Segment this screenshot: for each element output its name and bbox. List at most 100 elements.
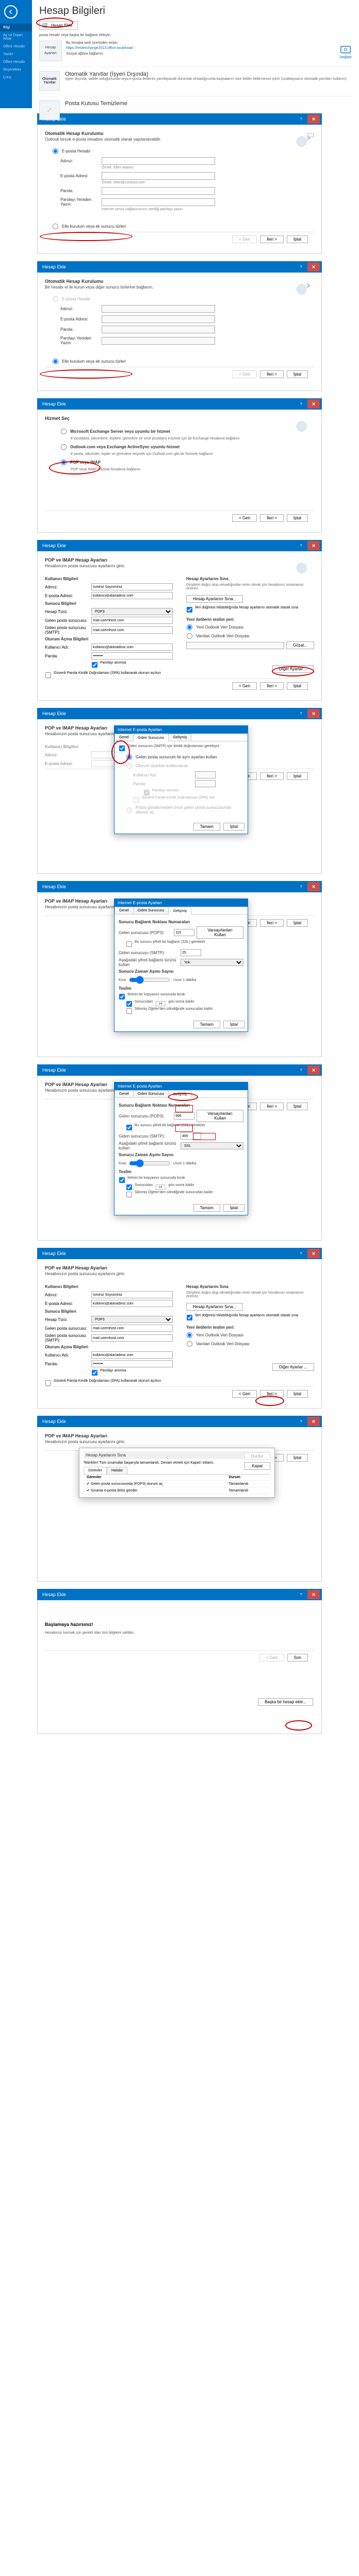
tab-errors[interactable]: Hatalar <box>107 1467 128 1474</box>
help-button[interactable]: ? <box>295 541 307 550</box>
input-pop-port[interactable] <box>174 1112 194 1120</box>
input-remove-days[interactable] <box>156 1184 166 1190</box>
help-button[interactable]: ? <box>295 882 307 891</box>
radio-existing-datafile[interactable] <box>187 633 192 639</box>
next-button[interactable]: İleri > <box>260 235 284 243</box>
close-button[interactable] <box>307 882 320 891</box>
back-button[interactable]: < Geri <box>232 682 257 690</box>
checkbox-remember-password[interactable] <box>92 662 97 668</box>
cancel-button[interactable]: İptal <box>287 919 308 927</box>
help-button[interactable]: ? <box>295 1590 307 1599</box>
close-button[interactable] <box>307 1249 320 1258</box>
cancel-button[interactable]: İptal <box>223 823 244 831</box>
checkbox-remove-on-delete[interactable] <box>126 1192 132 1197</box>
cancel-button[interactable]: İptal <box>287 682 308 690</box>
tab-advanced[interactable]: Gelişmiş <box>168 734 191 741</box>
checkbox-remove-after-days[interactable] <box>126 1184 132 1190</box>
close-test-button[interactable]: Kapat <box>244 1462 270 1470</box>
ok-button[interactable]: Tamam <box>193 1204 220 1212</box>
input-remove-days[interactable] <box>156 1001 166 1006</box>
tab-general[interactable]: Genel <box>115 1090 134 1097</box>
next-button[interactable]: İleri > <box>260 1103 284 1110</box>
cancel-button[interactable]: İptal <box>223 1021 244 1028</box>
help-button[interactable]: ? <box>295 262 307 272</box>
cancel-button[interactable]: İptal <box>223 1204 244 1212</box>
next-button[interactable]: İleri > <box>260 772 284 780</box>
radio-same-settings[interactable] <box>126 754 132 760</box>
help-button[interactable]: ? <box>295 1065 307 1075</box>
close-button[interactable] <box>307 399 320 409</box>
ok-button[interactable]: Tamam <box>193 1021 220 1028</box>
input-pop-port[interactable] <box>174 929 194 936</box>
input-outgoing[interactable] <box>91 1334 173 1342</box>
input-password-confirm[interactable] <box>102 198 215 206</box>
radio-manual-setup[interactable] <box>53 359 58 364</box>
close-button[interactable] <box>307 262 320 272</box>
checkbox-remove-after-days[interactable] <box>126 1001 132 1007</box>
input-email[interactable] <box>91 592 173 599</box>
slider-timeout[interactable] <box>129 976 170 984</box>
input-email[interactable] <box>91 1300 173 1307</box>
select-encryption[interactable]: Yok <box>181 959 243 966</box>
nav-item-print[interactable]: Yazdır <box>0 50 32 58</box>
input-password[interactable] <box>91 1360 173 1367</box>
input-name[interactable] <box>91 583 173 590</box>
nav-item-office-account-2[interactable]: Office Hesabı <box>0 58 32 66</box>
cancel-button[interactable]: İptal <box>287 1454 308 1462</box>
next-button[interactable]: İleri > <box>260 1390 284 1398</box>
close-button[interactable] <box>307 709 320 718</box>
tab-outgoing[interactable]: Giden Sunucusu <box>133 734 169 741</box>
input-outgoing[interactable] <box>91 626 173 634</box>
checkbox-auto-test[interactable] <box>187 607 192 613</box>
input-incoming[interactable] <box>91 617 173 624</box>
back-button[interactable]: < Geri <box>232 1390 257 1398</box>
more-settings-button[interactable]: Diğer Ayarlar ... <box>272 665 314 673</box>
help-button[interactable]: ? <box>295 399 307 409</box>
input-password[interactable] <box>91 652 173 659</box>
tab-general[interactable]: Genel <box>115 907 134 914</box>
checkbox-auto-test[interactable] <box>187 1315 192 1320</box>
select-encryption[interactable]: SSL <box>181 1142 243 1149</box>
slider-timeout[interactable] <box>129 1159 170 1167</box>
checkbox-spa[interactable] <box>45 672 51 678</box>
nav-item-office-account[interactable]: Office Hesabı <box>0 43 32 50</box>
select-account-type[interactable]: POP3 <box>91 1316 173 1323</box>
next-button[interactable]: İleri > <box>260 370 284 378</box>
test-account-button[interactable]: Hesap Ayarlarını Sına... <box>186 1303 243 1311</box>
use-defaults-button[interactable]: Varsayılanları Kullan <box>197 1110 243 1122</box>
input-email[interactable] <box>102 172 215 180</box>
nav-item-info[interactable]: Bilgi <box>0 24 32 31</box>
checkbox-ssl[interactable] <box>126 941 132 947</box>
next-button[interactable]: İleri > <box>260 682 284 690</box>
help-button[interactable]: ? <box>295 1249 307 1258</box>
next-button[interactable]: İleri > <box>260 514 284 522</box>
radio-new-datafile[interactable] <box>187 1332 192 1338</box>
ok-button[interactable]: Tamam <box>193 823 220 831</box>
close-button[interactable] <box>307 1590 320 1599</box>
cancel-button[interactable]: İptal <box>287 370 308 378</box>
radio-activesync[interactable] <box>61 444 67 450</box>
tab-advanced[interactable]: Gelişmiş <box>168 907 191 914</box>
cancel-button[interactable]: İptal <box>287 235 308 243</box>
test-account-button[interactable]: Hesap Ayarlarını Sına... <box>186 595 243 603</box>
add-another-account-button[interactable]: Başka bir hesap ekle... <box>258 1698 313 1706</box>
radio-new-datafile[interactable] <box>187 624 192 630</box>
checkbox-smtp-auth[interactable] <box>119 745 125 751</box>
radio-email-account[interactable] <box>53 148 58 154</box>
back-button[interactable] <box>4 5 18 19</box>
radio-exchange[interactable] <box>61 429 67 434</box>
tab-tasks[interactable]: Görevler <box>84 1467 107 1474</box>
cancel-button[interactable]: İptal <box>287 514 308 522</box>
owa-url[interactable]: https://testexchange2013.office.local/ow… <box>66 46 133 52</box>
finish-button[interactable]: Son <box>287 1654 308 1662</box>
input-name[interactable] <box>91 1291 173 1298</box>
tab-outgoing[interactable]: Giden Sunucusu <box>133 907 169 914</box>
input-username[interactable] <box>91 643 173 651</box>
close-button[interactable] <box>307 541 320 550</box>
browse-button[interactable]: Gözat... <box>286 641 314 649</box>
mailbox-cleanup-button[interactable]: 🧹 <box>39 100 60 120</box>
checkbox-remove-on-delete[interactable] <box>126 1008 132 1014</box>
checkbox-remember-password[interactable] <box>92 1370 97 1376</box>
help-button[interactable]: ? <box>295 1417 307 1426</box>
tab-outgoing[interactable]: Giden Sunucusu <box>133 1090 169 1097</box>
